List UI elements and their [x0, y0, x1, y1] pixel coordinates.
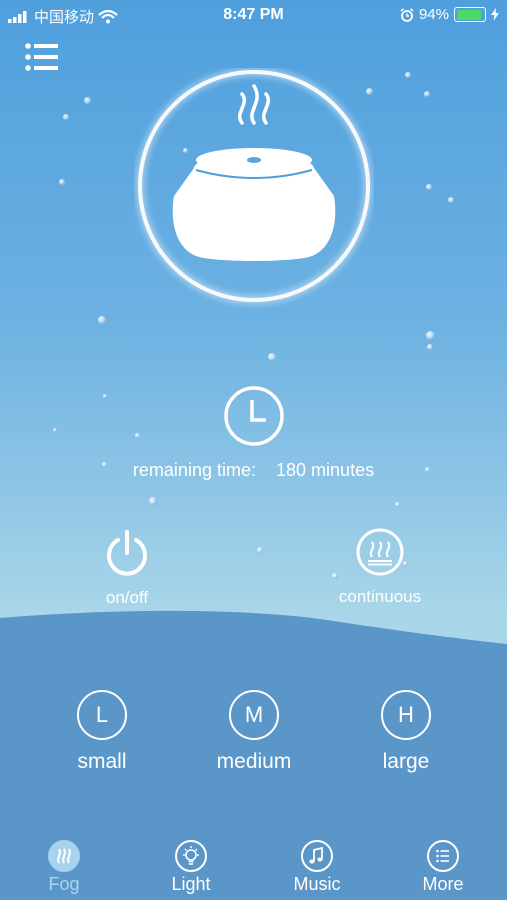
continuous-mode-button[interactable]: continuous: [320, 527, 440, 607]
remaining-time-label: remaining time:: [132, 460, 256, 480]
clock-icon: [224, 386, 284, 446]
battery-fill: [456, 9, 482, 20]
more-list-icon: [427, 840, 459, 872]
remaining-time-value: 180 minutes: [276, 460, 375, 480]
remaining-time: remaining time: 180 minutes: [0, 460, 507, 481]
fog-icon: [48, 840, 80, 872]
fog-level-large-letter: H: [381, 690, 431, 740]
fog-level-small-letter: L: [77, 690, 127, 740]
app-screen: { "status_bar": { "carrier": "中国移动", "ti…: [0, 0, 507, 900]
status-right: 94%: [400, 6, 499, 23]
music-note-icon: [301, 840, 333, 872]
fog-level-small[interactable]: L small: [42, 690, 162, 774]
tab-more-label: More: [422, 874, 464, 894]
fog-level-medium-label: medium: [216, 750, 292, 773]
fog-level-medium-letter: M: [229, 690, 279, 740]
power-button[interactable]: on/off: [82, 527, 172, 608]
timer-button[interactable]: [222, 384, 286, 448]
tab-bar: Fog Light Music More: [0, 840, 507, 900]
fog-level-large[interactable]: H large: [346, 690, 466, 774]
light-bulb-icon: [175, 840, 207, 872]
fog-level-large-label: large: [382, 750, 430, 773]
humidifier-icon: [138, 70, 370, 302]
fog-level-small-label: small: [77, 750, 127, 773]
charging-icon: [491, 8, 499, 21]
tab-light[interactable]: Light: [141, 840, 241, 895]
tab-more[interactable]: More: [393, 840, 493, 895]
tab-music[interactable]: Music: [267, 840, 367, 895]
menu-button[interactable]: [24, 40, 60, 74]
tab-fog[interactable]: Fog: [14, 840, 114, 895]
list-menu-icon: [25, 43, 58, 71]
steam-icon: [356, 528, 404, 576]
tab-fog-label: Fog: [48, 874, 80, 894]
tab-light-label: Light: [171, 874, 211, 894]
status-bar: 中国移动 8:47 PM 94%: [0, 0, 507, 30]
humidifier-display: [134, 68, 374, 308]
power-icon: [107, 530, 147, 576]
fog-level-medium[interactable]: M medium: [194, 690, 314, 774]
alarm-icon: [400, 7, 414, 22]
battery-percent: 94%: [418, 6, 449, 23]
battery-icon: [454, 7, 486, 22]
tab-music-label: Music: [293, 874, 341, 894]
